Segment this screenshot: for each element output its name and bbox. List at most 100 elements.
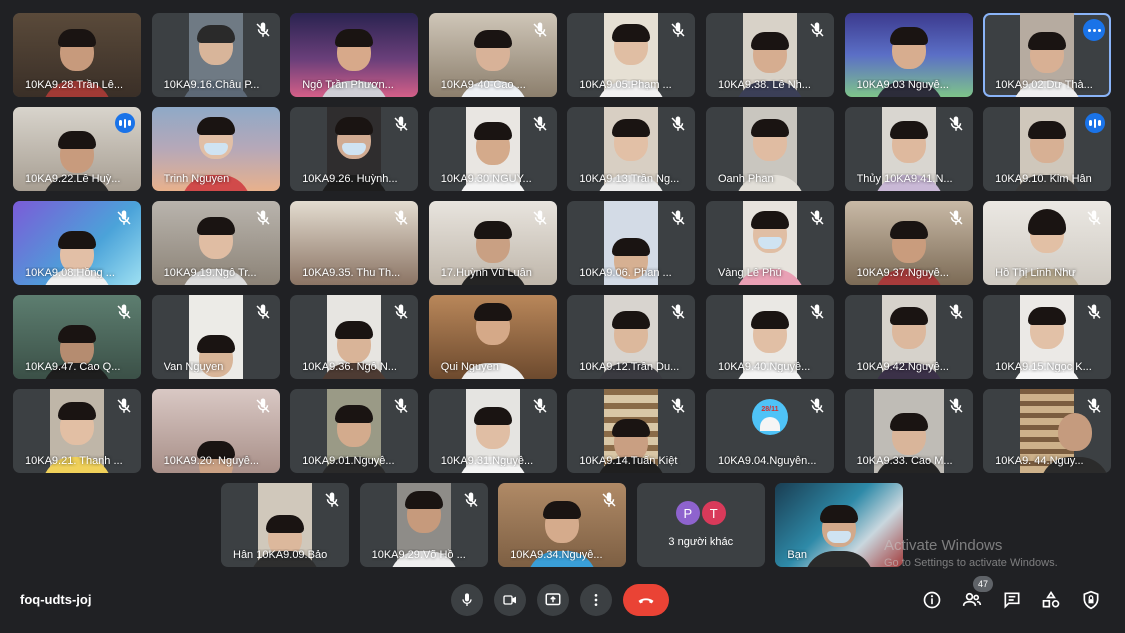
mic-off-icon — [671, 304, 685, 319]
participants-count-badge: 47 — [973, 576, 993, 592]
participant-tile[interactable]: 10KA9.05.Phạm ... — [567, 13, 696, 97]
participant-name: 10KA9.26. Huỳnh... — [302, 173, 398, 185]
participant-tile[interactable]: 10KA9.03 Nguyễ... — [844, 13, 973, 97]
participant-name: Hân 10KA9.09.Bảo — [233, 549, 328, 561]
participant-name: 10KA9.33. Cao M... — [856, 455, 953, 467]
mic-off-icon — [671, 398, 685, 413]
speaking-indicator-icon — [115, 113, 135, 133]
participant-tile[interactable]: 10KA9.12.Trần Du... — [567, 295, 696, 379]
participant-name: 10KA9.21. Thanh ... — [25, 455, 123, 467]
mic-off-icon — [256, 22, 270, 37]
meeting-details-button[interactable] — [921, 589, 943, 611]
participant-tile[interactable]: 17.Huỳnh Vũ Luân — [428, 201, 557, 285]
leave-call-button[interactable] — [623, 584, 669, 616]
participant-name: 10KA9.13.Trần Ng... — [579, 173, 680, 185]
participant-tile[interactable]: Vàng Lê Phú — [705, 201, 834, 285]
mic-off-icon — [464, 492, 478, 507]
participant-name: Vàng Lê Phú — [717, 267, 782, 279]
participant-tile[interactable]: Oanh Phan — [705, 107, 834, 191]
participant-tile[interactable]: 10KA9.42.Nguyễ... — [844, 295, 973, 379]
participant-tile[interactable]: 10KA9.19.Ngô Tr... — [151, 201, 280, 285]
mic-off-icon — [671, 116, 685, 131]
participant-tile[interactable]: 10KA9.21. Thanh ... — [13, 389, 141, 473]
participant-tile[interactable]: 10KA9.34.Nguyễ... — [498, 483, 627, 567]
participant-name: 10KA9.05.Phạm ... — [579, 79, 672, 91]
participant-tile[interactable]: 10KA9-40-Cao ... — [428, 13, 557, 97]
mic-off-icon — [533, 116, 547, 131]
participant-name: 10KA9.36. Ngô N... — [302, 361, 397, 373]
participant-tile[interactable]: 10KA9.22.Lê Huỳ... — [13, 107, 141, 191]
mic-off-icon — [671, 22, 685, 37]
mic-off-icon — [256, 398, 270, 413]
others-avatar-p: P — [675, 501, 700, 525]
participant-tile[interactable]: Ngô Trần Phươn... — [290, 13, 419, 97]
microphone-button[interactable] — [451, 584, 483, 616]
participant-tile[interactable]: 10KA9.30.NGUY... — [428, 107, 557, 191]
present-screen-button[interactable] — [537, 584, 569, 616]
participant-name: Van Nguyen — [163, 361, 224, 373]
participant-name: 10KA9.22.Lê Huỳ... — [25, 173, 121, 185]
participant-tile[interactable]: 10KA9.14.Tuấn Kiệt — [567, 389, 696, 473]
participant-tile[interactable]: 10KA9.38. Lê Nh... — [705, 13, 834, 97]
participant-tile[interactable]: 10KA9.47. Cao Q... — [13, 295, 141, 379]
participant-tile[interactable]: Hồ Thị Linh Như — [983, 201, 1112, 285]
mic-off-icon — [602, 492, 616, 507]
participant-tile[interactable]: 10KA9.10. Kim Hân — [983, 107, 1112, 191]
participant-tile-active[interactable]: 10KA9.02.Dư Thà... — [983, 13, 1112, 97]
camera-icon — [503, 595, 516, 605]
mic-off-icon — [394, 210, 408, 225]
participant-tile[interactable]: Trinh Nguyen — [151, 107, 280, 191]
chat-button[interactable] — [1001, 589, 1023, 611]
camera-button[interactable] — [494, 584, 526, 616]
participant-tile[interactable]: 10KA9. 44.Nguy... — [983, 389, 1112, 473]
participant-tile[interactable]: 10KA9.06. Phan ... — [567, 201, 696, 285]
participant-tile[interactable]: 10KA9.20. Nguyễ... — [151, 389, 280, 473]
mic-off-icon — [1087, 304, 1101, 319]
microphone-icon — [462, 593, 472, 606]
participant-name: 10KA9.28.Trần Lê... — [25, 79, 124, 91]
avatar: 28/11 — [751, 399, 788, 435]
participant-name: 10KA9.30.NGUY... — [440, 173, 532, 185]
participant-name: 10KA9.40.Nguyễ... — [717, 361, 811, 373]
mic-off-icon — [117, 210, 131, 225]
participant-tile[interactable]: 10KA9.33. Cao M... — [844, 389, 973, 473]
participant-tile[interactable]: Hân 10KA9.09.Bảo — [221, 483, 349, 567]
participant-tile[interactable]: 10KA9.28.Trần Lê... — [13, 13, 141, 97]
more-options-button[interactable] — [1083, 19, 1106, 41]
mic-off-icon — [394, 116, 408, 131]
participant-tile[interactable]: 10KA9.36. Ngô N... — [290, 295, 419, 379]
more-options-button[interactable] — [580, 584, 612, 616]
participant-tile[interactable]: 10KA9.08.Hồng ... — [13, 201, 141, 285]
others-avatar-t: T — [701, 501, 726, 525]
participant-tile[interactable]: 10KA9.01.Nguyễ... — [290, 389, 419, 473]
shield-lock-icon — [1083, 590, 1099, 610]
activities-button[interactable] — [1040, 589, 1062, 611]
participant-tile[interactable]: 10KA9.16.Châu P... — [151, 13, 280, 97]
participant-name: 10KA9.04.Nguyễn... — [717, 455, 817, 467]
mic-off-icon — [810, 304, 824, 319]
participant-tile[interactable]: 10KA9.31.Nguyễ... — [428, 389, 557, 473]
present-screen-icon — [545, 593, 561, 606]
participant-name: 10KA9.10. Kim Hân — [995, 173, 1092, 185]
participant-tile[interactable]: 10KA9.26. Huỳnh... — [290, 107, 419, 191]
mic-off-icon — [810, 210, 824, 225]
participant-tile[interactable]: Thủy 10KA9.41.N... — [844, 107, 973, 191]
participant-name: Bạn — [787, 549, 807, 561]
participant-tile[interactable]: Van Nguyen — [151, 295, 280, 379]
people-button[interactable] — [961, 589, 983, 611]
participant-name: Hồ Thị Linh Như — [995, 267, 1076, 279]
people-icon — [962, 592, 982, 606]
participant-tile[interactable]: 10KA9.29.Võ Hồ ... — [359, 483, 488, 567]
participant-tile[interactable]: 10KA9.37.Nguyễ... — [844, 201, 973, 285]
mic-off-icon — [394, 398, 408, 413]
host-controls-button[interactable] — [1080, 589, 1102, 611]
participant-tile[interactable]: 28/11 10KA9.04.Nguyễn... — [705, 389, 834, 473]
others-tile[interactable]: P T 3 người khác — [636, 483, 765, 567]
participant-tile[interactable]: 10KA9.15.Ngọc K... — [983, 295, 1112, 379]
participant-tile[interactable]: 10KA9.13.Trần Ng... — [567, 107, 696, 191]
participant-name: 17.Huỳnh Vũ Luân — [440, 267, 532, 279]
participant-tile[interactable]: 10KA9.35. Thu Th... — [290, 201, 419, 285]
participant-tile[interactable]: 10KA9.40.Nguyễ... — [705, 295, 834, 379]
participant-tile[interactable]: Qui Nguyen — [428, 295, 557, 379]
meeting-code: foq-udts-joj — [20, 592, 92, 607]
